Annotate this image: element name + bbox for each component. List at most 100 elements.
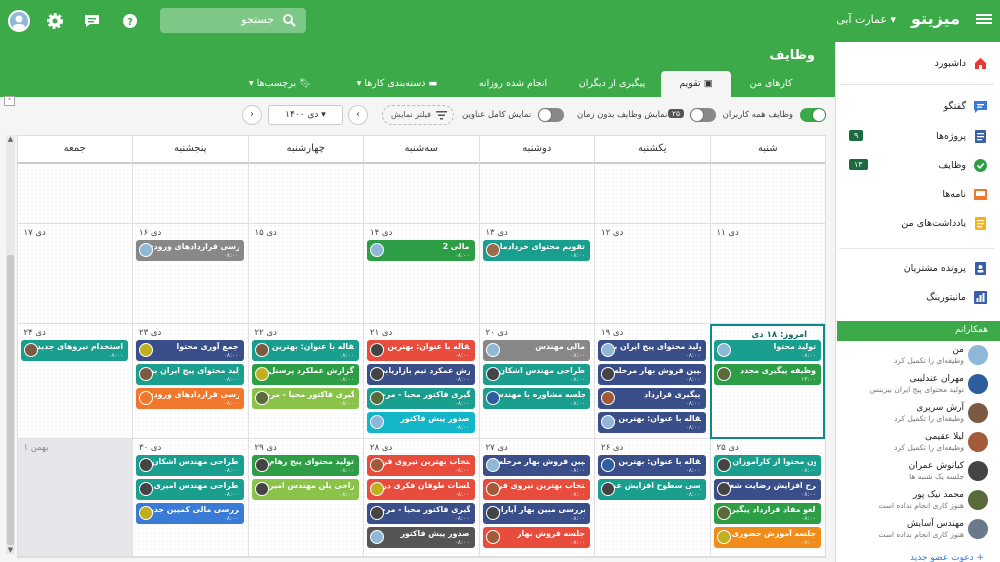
task-card[interactable]: مقاله با عنوان: بهترین را...۰۸:۰۰ bbox=[367, 340, 475, 361]
invite-member-link[interactable]: دعوت عضو جدید + bbox=[910, 553, 984, 562]
all-users-toggle[interactable] bbox=[800, 108, 826, 122]
tab-my-tasks[interactable]: کارهای من bbox=[731, 71, 811, 97]
task-card[interactable]: مالی 2 ۰۸:۰۰ bbox=[367, 240, 475, 261]
tab-daily-done[interactable]: انجام شده روزانه bbox=[463, 71, 563, 97]
calendar-day-cell[interactable]: ۱۶ دی bbox=[132, 224, 248, 324]
sidebar-item-notes[interactable]: یادداشت‌های من bbox=[835, 212, 1000, 236]
task-card[interactable]: بررسی قراردادهای ورودی ۰۸:۰۰ bbox=[136, 240, 244, 261]
calendar-scrollbar[interactable]: ▲ ▼ bbox=[6, 135, 15, 554]
task-card[interactable]: آزمون محتوا از کارآموزان ج...۰۸:۰۰ bbox=[713, 455, 821, 476]
task-card[interactable]: گزارش عمکرد تیم بازاریابی۰۸:۰۰ bbox=[367, 364, 475, 385]
calendar-day-cell[interactable] bbox=[594, 164, 710, 224]
calendar-day-cell[interactable] bbox=[709, 164, 825, 224]
colleague-item[interactable]: مهندس آسایش هنوز کاری انجام نداده است bbox=[835, 516, 1000, 542]
task-card[interactable]: انتخاب بهترین نیروی فرو...۰۸:۰۰ bbox=[482, 479, 590, 500]
help-icon[interactable]: ? bbox=[120, 11, 140, 31]
hamburger-menu-icon[interactable] bbox=[976, 12, 992, 26]
messages-icon[interactable] bbox=[82, 11, 102, 31]
tab-categories[interactable]: ▾ دسته‌بندی کارها ▬ bbox=[337, 71, 457, 97]
filter-view-button[interactable]: فیلتر نمایش bbox=[382, 105, 454, 125]
calendar-day-cell[interactable] bbox=[16, 164, 132, 224]
task-card[interactable]: پیگیری فاکتور محیا - مرحـ...۰۸:۰۰ bbox=[367, 388, 475, 409]
scroll-down-icon[interactable]: ▼ bbox=[6, 546, 15, 554]
calendar-day-cell[interactable]: ۱ بهمن bbox=[16, 439, 132, 557]
task-card[interactable]: جلسات طوفان فکری درو...۰۸:۰۰ bbox=[367, 479, 475, 500]
task-card[interactable]: بررسی قراردادهای ورودی ۰۸:۰۰ bbox=[136, 388, 244, 409]
colleague-item[interactable]: لیلا عقیمی وظیفه‌ای را تکمیل کرد bbox=[835, 429, 1000, 455]
calendar-day-cell[interactable] bbox=[478, 164, 594, 224]
sidebar-item-dashboard[interactable]: داشبورد bbox=[835, 52, 1000, 76]
workspace-selector[interactable]: عمارت آبی ▾ bbox=[836, 13, 896, 26]
sidebar-item-monitoring[interactable]: مانیتورینگ bbox=[835, 286, 1000, 310]
full-titles-toggle[interactable] bbox=[538, 108, 564, 122]
task-card[interactable]: تقویم محتوای خردادماه ۰۸:۰۰ bbox=[482, 240, 590, 261]
calendar-day-cell[interactable]: ۱۴ دی bbox=[363, 224, 479, 324]
calendar-day-cell[interactable]: ۱۷ دی bbox=[16, 224, 132, 324]
sidebar-item-customers[interactable]: پرونده مشتریان bbox=[835, 257, 1000, 281]
task-card[interactable]: جلسه فروش بهار ۰۸:۰۰ bbox=[482, 527, 590, 548]
task-card[interactable]: مالی مهندس ۰۸:۰۰ bbox=[482, 340, 590, 361]
tab-follow-up[interactable]: پیگیری از دیگران bbox=[567, 71, 657, 97]
task-card[interactable]: طراحی مهندس اشکان ۰۸:۰۰ bbox=[136, 455, 244, 476]
colleague-item[interactable]: محمد نیک پور هنوز کاری انجام نداده است bbox=[835, 487, 1000, 513]
task-card[interactable]: مقاله با عنوان: بهترین را...۰۸:۰۰ bbox=[598, 455, 706, 476]
sidebar-item-tasks[interactable]: وظایف ۱۳ bbox=[835, 154, 1000, 178]
task-card[interactable]: طراحی مهندس امیری ۰۸:۰۰ bbox=[136, 479, 244, 500]
sidebar-item-mail[interactable]: نامه‌ها bbox=[835, 183, 1000, 207]
next-month-button[interactable]: ‹ bbox=[348, 105, 368, 125]
calendar-day-cell[interactable] bbox=[132, 164, 248, 224]
task-card[interactable]: طراحی مهندس اشکان ۰۸:۰۰ bbox=[482, 364, 590, 385]
task-card[interactable]: وظیفه پیگیری مجدد ۱۳:۰۰ bbox=[713, 364, 821, 385]
task-card[interactable]: صدور پیش فاکتور ۰۸:۰۰ bbox=[367, 412, 475, 433]
no-time-count-badge: ۲۵ bbox=[668, 109, 685, 118]
task-card[interactable]: کمپین فروش بهار مرحله ا...۰۸:۰۰ bbox=[482, 455, 590, 476]
task-card[interactable]: طرح افزایش رضایت شغلـ...۰۸:۰۰ bbox=[713, 479, 821, 500]
scroll-up-icon[interactable]: ▲ bbox=[6, 135, 15, 143]
sidebar-item-projects[interactable]: پروژه‌ها ۹ bbox=[835, 125, 1000, 149]
sidebar-item-chat[interactable]: گفتگو bbox=[835, 95, 1000, 119]
colleague-item[interactable]: کیانوش عمران جلسه یک شنبه ها bbox=[835, 458, 1000, 484]
task-card[interactable]: طراحی پلن مهندس امیری ۰۸:۰۰ bbox=[251, 479, 359, 500]
task-card[interactable]: بررسی سطوح افزایش عما...۰۸:۰۰ bbox=[598, 479, 706, 500]
collapse-icon[interactable]: ⌃ bbox=[4, 96, 15, 106]
prev-month-button[interactable]: › bbox=[242, 105, 262, 125]
no-time-toggle[interactable] bbox=[690, 108, 716, 122]
tab-labels[interactable]: ▾ برچسب‌ها 🔖︎ bbox=[230, 71, 330, 97]
task-card[interactable]: تولید محتوای پیج رهام ۰۸:۰۰ bbox=[251, 455, 359, 476]
task-card[interactable]: جلسه مشاوره با مهندس ...۰۸:۰۰ bbox=[482, 388, 590, 409]
task-card[interactable]: تولید محتوای پیج ایران بیـ...۰۸:۰۰ bbox=[598, 340, 706, 361]
month-selector[interactable]: دی ۱۴۰۰ ▾ bbox=[268, 105, 343, 125]
search-input[interactable]: جستجو bbox=[160, 8, 306, 33]
task-card[interactable]: جمع آوری محتوا ۰۸:۰۰ bbox=[136, 340, 244, 361]
task-card[interactable]: پیگیری فاکتور محیا - مرحـ...۰۸:۰۰ bbox=[251, 388, 359, 409]
task-card[interactable]: لغو مفاد قرارداد پیگیری ...۰۸:۰۰ bbox=[713, 503, 821, 524]
task-card[interactable]: کمپین فروش بهار مرحله ا...۰۸:۰۰ bbox=[598, 364, 706, 385]
task-card[interactable]: استخدام نیروهای جدید ۰۸:۰۰ bbox=[20, 340, 128, 361]
calendar-day-cell[interactable]: ۱۵ دی bbox=[247, 224, 363, 324]
task-card[interactable]: بررسی مبین بهار آپارات ۰۸:۰۰ bbox=[482, 503, 590, 524]
colleague-item[interactable]: آرش سریری وظیفه‌ای را تکمیل کرد bbox=[835, 400, 1000, 426]
user-avatar[interactable] bbox=[8, 10, 30, 32]
calendar-day-cell[interactable]: ۱۳ دی bbox=[478, 224, 594, 324]
task-card[interactable]: بررسی مالی کمپین جدید ...۰۸:۰۰ bbox=[136, 503, 244, 524]
calendar-day-cell[interactable]: ۱۲ دی bbox=[594, 224, 710, 324]
task-card[interactable]: جلسه آموزش حضوری ۰۸:۰۰ bbox=[713, 527, 821, 548]
colleague-item[interactable]: مهران عندلیبی تولید محتوای پیج ایران بیزی… bbox=[835, 371, 1000, 397]
task-card[interactable]: صدور پیش فاکتور ۰۸:۰۰ bbox=[367, 527, 475, 548]
task-card[interactable]: انتخاب بهترین نیروی فرو...۰۸:۰۰ bbox=[367, 455, 475, 476]
task-card[interactable]: مقاله با عنوان: بهترین را...۰۸:۰۰ bbox=[251, 340, 359, 361]
tab-calendar[interactable]: تقویم ▣ bbox=[661, 71, 731, 97]
task-card[interactable]: پیگیری قرارداد ۰۸:۰۰ bbox=[598, 388, 706, 409]
settings-gear-icon[interactable] bbox=[45, 11, 65, 31]
task-card[interactable]: گزارش عملکرد پرسنل ۰۸:۰۰ bbox=[251, 364, 359, 385]
calendar-day-cell[interactable] bbox=[363, 164, 479, 224]
brand-logo[interactable]: میزیتو bbox=[911, 9, 960, 28]
calendar-day-cell[interactable] bbox=[247, 164, 363, 224]
scrollbar-thumb[interactable] bbox=[7, 255, 14, 545]
task-card[interactable]: تولید محتوا ۰۸:۰۰ bbox=[713, 340, 821, 361]
task-card[interactable]: مقاله با عنوان: بهترین را...۰۸:۰۰ bbox=[598, 412, 706, 433]
calendar-day-cell[interactable]: ۱۱ دی bbox=[709, 224, 825, 324]
colleague-item[interactable]: من وظیفه‌ای را تکمیل کرد bbox=[835, 342, 1000, 368]
task-card[interactable]: تولید محتوای پیج ایران بیز...۰۸:۰۰ bbox=[136, 364, 244, 385]
task-card[interactable]: پیگیری فاکتور محیا - مرحـ...۰۸:۰۰ bbox=[367, 503, 475, 524]
